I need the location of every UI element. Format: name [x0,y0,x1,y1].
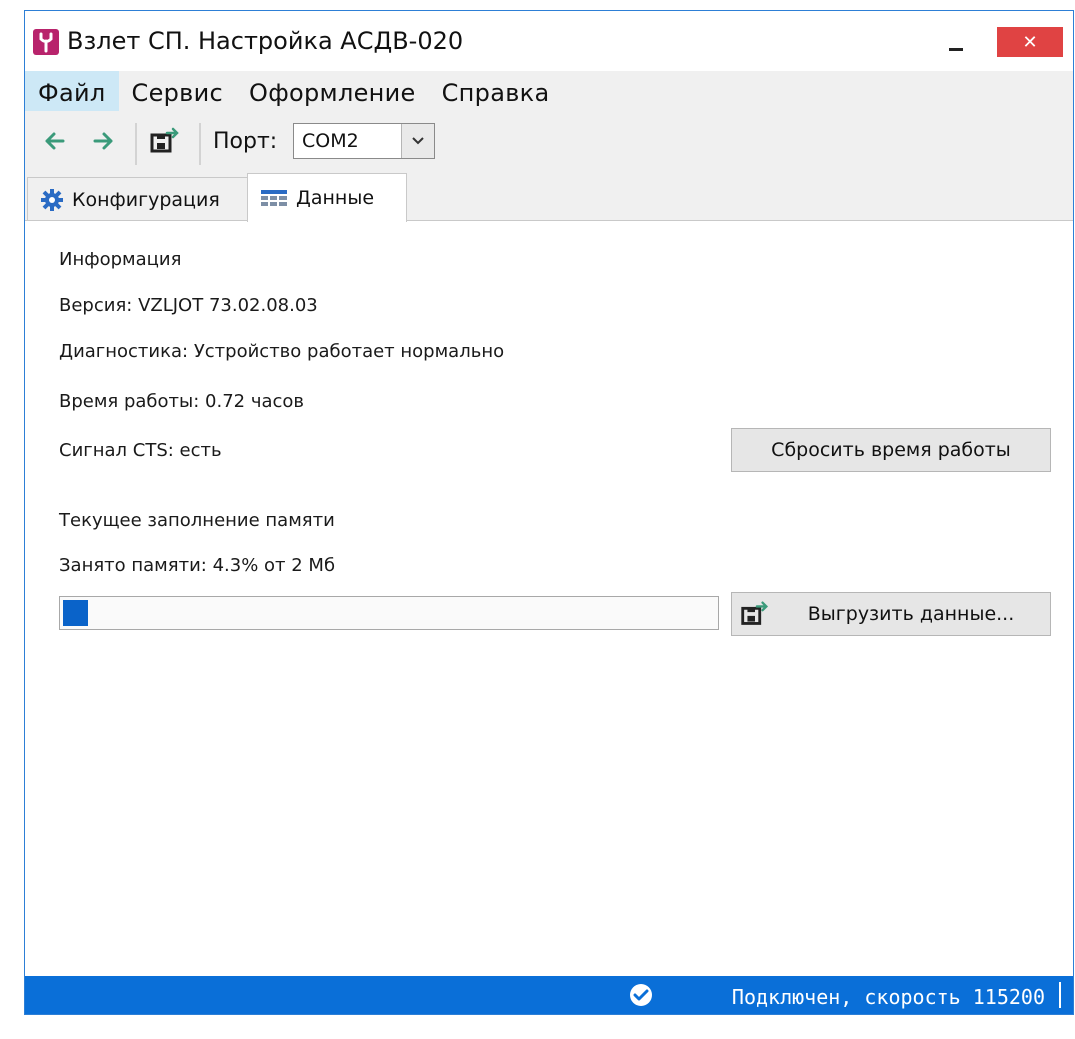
diagnostics-row: Диагностика: Устройство работает нормаль… [59,341,504,362]
export-data-button[interactable]: Выгрузить данные... [731,592,1051,636]
version-row: Версия: VZLJOT 73.02.08.03 [59,295,318,316]
forward-button[interactable] [87,123,119,159]
menu-help[interactable]: Справка [429,71,563,111]
uptime-value: 0.72 часов [205,391,305,412]
window-title: Взлет СП. Настройка АСДВ-020 [67,27,464,55]
version-label: Версия: [59,295,133,316]
save-export-icon [150,127,179,153]
title-bar[interactable]: Взлет СП. Настройка АСДВ-020 ✕ [25,11,1073,71]
app-window: Взлет СП. Настройка АСДВ-020 ✕ Файл Серв… [24,10,1074,1015]
table-icon [261,190,287,206]
reset-uptime-button[interactable]: Сбросить время работы [731,428,1051,472]
cts-value: есть [179,440,222,461]
status-bar: Подключен, скорость 115200 [25,976,1073,1014]
port-value: COM2 [302,130,359,152]
toolbar-separator [199,123,201,165]
menu-bar: Файл Сервис Оформление Справка [25,71,1073,111]
info-section-title: Информация [59,249,182,270]
diagnostics-label: Диагностика: [59,341,189,362]
tab-data-label: Данные [296,187,375,209]
uptime-row: Время работы: 0.72 часов [59,391,304,412]
save-export-icon [741,601,769,625]
menu-service[interactable]: Сервис [119,71,237,111]
cts-row: Сигнал CTS: есть [59,440,222,461]
export-data-label: Выгрузить данные... [807,603,1015,625]
close-icon: ✕ [1022,31,1038,53]
toolbar-separator [135,123,137,165]
menu-appearance[interactable]: Оформление [236,71,429,111]
tab-configuration[interactable]: Конфигурация [27,177,249,221]
app-wrench-icon [33,29,59,55]
menu-file[interactable]: Файл [25,71,119,111]
connection-status: Подключен, скорость 115200 [731,985,1045,1009]
diagnostics-value: Устройство работает нормально [193,341,505,362]
version-value: VZLJOT 73.02.08.03 [138,295,318,316]
minimize-button[interactable] [939,29,973,55]
arrow-left-icon [45,132,65,150]
memory-progress-bar [59,596,719,630]
cts-label: Сигнал CTS: [59,440,174,461]
export-toolbar-button[interactable] [149,123,181,159]
status-grip [1059,982,1061,1008]
tab-configuration-label: Конфигурация [72,188,220,211]
memory-progress-fill [63,600,89,626]
memory-used-text: Занято памяти: 4.3% от 2 Мб [59,555,336,576]
reset-uptime-label: Сбросить время работы [771,439,1011,461]
uptime-label: Время работы: [59,391,200,412]
port-select[interactable]: COM2 [293,123,435,159]
check-circle-icon [630,984,652,1006]
back-button[interactable] [39,123,71,159]
port-label: Порт: [213,129,278,154]
data-panel: Информация Версия: VZLJOT 73.02.08.03 Ди… [25,220,1073,977]
close-button[interactable]: ✕ [997,27,1063,57]
tab-data[interactable]: Данные [247,173,407,222]
gear-icon [41,188,63,211]
arrow-right-icon [93,132,113,150]
toolbar: Порт: COM2 [25,113,1073,173]
chevron-down-icon[interactable] [401,124,434,158]
tab-bar: Конфигурация Данные [25,173,1073,222]
memory-section-title: Текущее заполнение памяти [59,510,335,531]
